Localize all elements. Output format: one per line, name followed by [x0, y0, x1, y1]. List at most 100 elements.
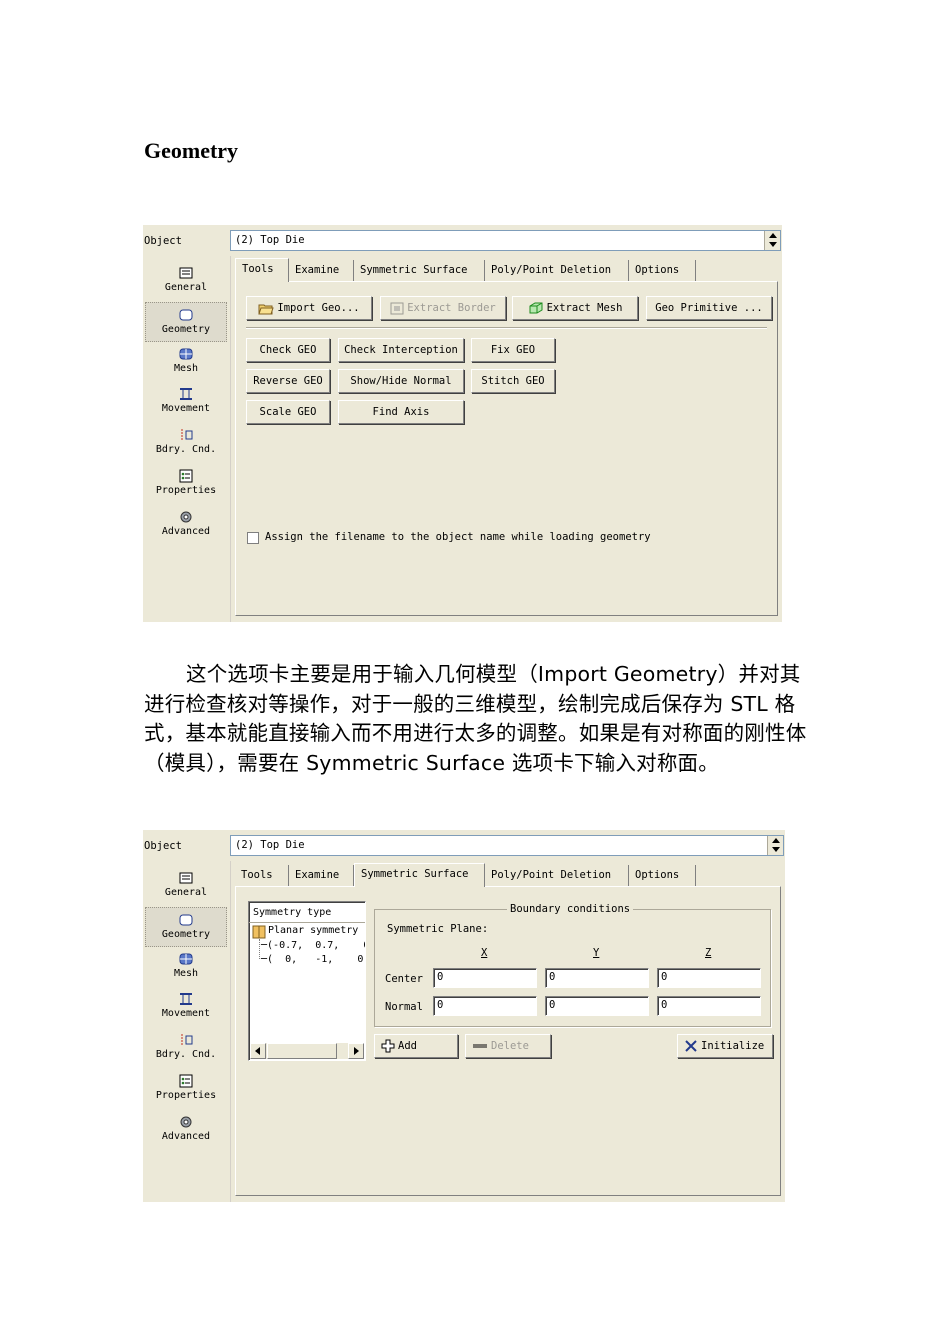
sidebar-item-properties[interactable]: Properties: [145, 1069, 227, 1109]
sidebar-label: Geometry: [161, 929, 211, 940]
separator: [246, 327, 767, 329]
sidebar-nav: General Geometry Mesh Movement Bdry. Cnd…: [143, 256, 231, 622]
tree-child-1[interactable]: ─(-0.7, 0.7, 0: [261, 940, 366, 951]
normal-y-input[interactable]: 0: [545, 996, 649, 1016]
tree-root[interactable]: Planar symmetry: [268, 925, 358, 936]
sidebar-item-properties[interactable]: Properties: [145, 464, 227, 504]
find-axis-button[interactable]: Find Axis: [338, 400, 464, 424]
extract-mesh-icon: [529, 302, 543, 314]
center-y-input[interactable]: 0: [545, 968, 649, 988]
tab-symmetric-surface[interactable]: Symmetric Surface: [354, 260, 485, 281]
general-icon: [179, 267, 193, 279]
tab-poly-point-deletion[interactable]: Poly/Point Deletion: [485, 260, 629, 281]
center-x-input[interactable]: 0: [433, 968, 537, 988]
object-spin-arrows-icon[interactable]: [764, 231, 780, 250]
tab-tools[interactable]: Tools: [235, 258, 289, 282]
tree-horizontal-scrollbar[interactable]: [250, 1043, 364, 1059]
tree-child-1-text: (-0.7, 0.7, 0: [267, 940, 366, 951]
sidebar-label: Mesh: [173, 968, 199, 979]
show-hide-normal-button[interactable]: Show/Hide Normal: [338, 369, 464, 393]
assign-filename-checkbox[interactable]: [247, 532, 259, 544]
mesh-icon: [179, 348, 193, 360]
sidebar-item-geometry[interactable]: Geometry: [145, 302, 227, 342]
tree-child-2-text: ( 0, -1, 0): [267, 954, 366, 965]
normal-x-input[interactable]: 0: [433, 996, 537, 1016]
import-geo-label: Import Geo...: [277, 302, 360, 314]
tree-line: [259, 939, 260, 959]
extract-mesh-button[interactable]: Extract Mesh: [512, 296, 638, 320]
scroll-right-icon[interactable]: [348, 1043, 364, 1059]
sidebar-item-bdry-cnd[interactable]: Bdry. Cnd.: [145, 423, 227, 463]
normal-label: Normal: [385, 1001, 423, 1013]
sidebar-item-advanced[interactable]: Advanced: [145, 1110, 227, 1150]
symmetry-type-header: Symmetry type: [253, 907, 332, 918]
tab-symmetric-surface[interactable]: Symmetric Surface: [354, 863, 485, 887]
sidebar-item-advanced[interactable]: Advanced: [145, 505, 227, 545]
sidebar-label: Mesh: [173, 363, 199, 374]
tab-tools[interactable]: Tools: [235, 865, 289, 886]
boundary-condition-icon: [181, 1034, 193, 1046]
normal-z-input[interactable]: 0: [657, 996, 761, 1016]
sidebar-label: Properties: [155, 1090, 217, 1101]
object-spin-arrows-icon[interactable]: [767, 836, 783, 855]
symmetry-tree[interactable]: Symmetry type Planar symmetry ─(-0.7, 0.…: [248, 901, 366, 1061]
sidebar-label: Advanced: [161, 1131, 211, 1142]
geo-primitive-button[interactable]: Geo Primitive ...: [646, 296, 772, 320]
tab-poly-point-deletion[interactable]: Poly/Point Deletion: [485, 865, 629, 886]
sidebar-item-general[interactable]: General: [145, 866, 227, 906]
column-z-label: Z: [705, 947, 712, 959]
extract-border-label: Extract Border: [407, 302, 496, 314]
geometry-tools-window: Object (2) Top Die General Geometry Mesh…: [143, 225, 782, 622]
sidebar-item-mesh[interactable]: Mesh: [145, 947, 227, 987]
scroll-left-icon[interactable]: [250, 1043, 266, 1059]
boundary-conditions-title: Boundary conditions: [507, 903, 634, 915]
sidebar-item-geometry[interactable]: Geometry: [145, 907, 227, 947]
tree-child-2[interactable]: ─( 0, -1, 0): [261, 954, 366, 965]
open-folder-icon: [258, 304, 275, 314]
sidebar-label: Properties: [155, 485, 217, 496]
tab-examine[interactable]: Examine: [289, 865, 354, 886]
center-z-input[interactable]: 0: [657, 968, 761, 988]
initialize-label: Initialize: [701, 1040, 765, 1052]
sidebar-item-general[interactable]: General: [145, 261, 227, 301]
column-y-label: Y: [593, 947, 600, 959]
scale-geo-button[interactable]: Scale GEO: [246, 400, 330, 424]
scroll-thumb[interactable]: [267, 1043, 337, 1059]
sidebar-label: General: [164, 887, 208, 898]
assign-filename-label: Assign the filename to the object name w…: [265, 531, 651, 543]
properties-icon: [179, 1074, 193, 1088]
tab-examine[interactable]: Examine: [289, 260, 354, 281]
initialize-x-icon: [685, 1040, 697, 1052]
tab-options[interactable]: Options: [629, 865, 696, 886]
sidebar-item-mesh[interactable]: Mesh: [145, 342, 227, 382]
check-geo-button[interactable]: Check GEO: [246, 338, 330, 362]
sidebar-item-movement[interactable]: Movement: [145, 987, 227, 1027]
boundary-condition-icon: [181, 429, 193, 441]
sidebar-item-movement[interactable]: Movement: [145, 382, 227, 422]
symmetric-plane-label: Symmetric Plane:: [387, 923, 489, 935]
delete-button[interactable]: Delete: [465, 1034, 551, 1058]
import-geo-button[interactable]: Import Geo...: [246, 296, 372, 320]
tree-divider: [249, 922, 365, 923]
extract-border-button[interactable]: Extract Border: [380, 296, 506, 320]
tab-options[interactable]: Options: [629, 260, 696, 281]
add-label: Add: [398, 1040, 417, 1052]
advanced-icon: [180, 1116, 192, 1128]
initialize-button[interactable]: Initialize: [677, 1034, 773, 1058]
tools-panel: Import Geo... Extract Border Extract Mes…: [235, 281, 778, 616]
description-paragraph: 这个选项卡主要是用于输入几何模型（Import Geometry）并对其进行检查…: [144, 660, 808, 778]
sidebar-item-bdry-cnd[interactable]: Bdry. Cnd.: [145, 1028, 227, 1068]
stitch-geo-button[interactable]: Stitch GEO: [471, 369, 555, 393]
reverse-geo-button[interactable]: Reverse GEO: [246, 369, 330, 393]
advanced-icon: [180, 511, 192, 523]
object-combo[interactable]: (2) Top Die: [230, 230, 781, 251]
object-value: (2) Top Die: [235, 234, 305, 246]
main-panel: Tools Examine Symmetric Surface Poly/Poi…: [233, 256, 782, 622]
add-button[interactable]: Add: [374, 1034, 458, 1058]
check-interception-button[interactable]: Check Interception: [338, 338, 464, 362]
fix-geo-button[interactable]: Fix GEO: [471, 338, 555, 362]
object-combo[interactable]: (2) Top Die: [230, 835, 784, 856]
symmetric-panel: Symmetry type Planar symmetry ─(-0.7, 0.…: [235, 886, 781, 1196]
sidebar-label: Advanced: [161, 526, 211, 537]
mesh-icon: [179, 953, 193, 965]
